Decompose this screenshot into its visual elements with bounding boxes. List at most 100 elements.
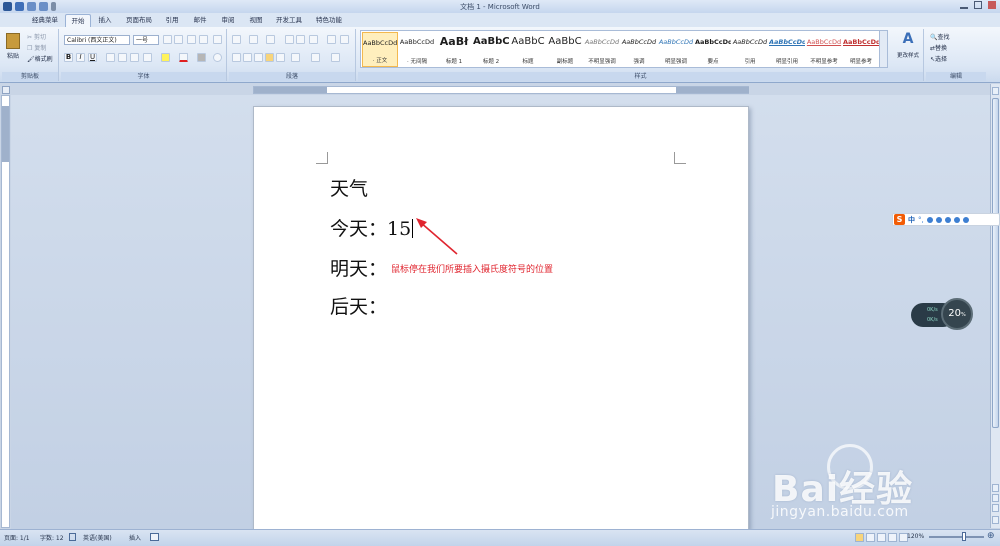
horizontal-ruler[interactable]: [253, 86, 749, 94]
scroll-up-icon[interactable]: [992, 87, 999, 95]
doc-line-weather[interactable]: 天气: [330, 174, 368, 201]
skin-icon[interactable]: [953, 216, 960, 223]
style-item[interactable]: AaBbCcDd 强调: [621, 32, 657, 67]
ime-toolbar[interactable]: S 中 °,: [892, 213, 1000, 226]
zoom-level[interactable]: 120%: [907, 533, 924, 540]
status-insert-mode[interactable]: 插入: [129, 533, 141, 542]
tab-view[interactable]: 视图: [246, 14, 266, 27]
doc-line-tomorrow[interactable]: 明天：: [330, 254, 387, 281]
shrink-font-button[interactable]: [174, 35, 183, 44]
zoom-slider[interactable]: [929, 536, 984, 538]
macro-record-icon[interactable]: [150, 533, 159, 541]
style-item[interactable]: AaBbCcDd 要点: [695, 32, 731, 67]
char-shading-button[interactable]: [197, 53, 206, 62]
change-case-button[interactable]: [143, 53, 152, 62]
view-outline-button[interactable]: [888, 533, 897, 542]
font-size-combo[interactable]: 一号: [133, 35, 159, 45]
spellcheck-icon[interactable]: [69, 533, 76, 541]
view-full-screen-button[interactable]: [866, 533, 875, 542]
distributed-button[interactable]: [276, 53, 285, 62]
style-item[interactable]: AaBbCcDd 不明显强调: [584, 32, 620, 67]
status-words[interactable]: 字数: 12: [40, 533, 64, 542]
prev-page-icon[interactable]: [992, 484, 999, 492]
tab-developer[interactable]: 开发工具: [273, 14, 305, 27]
tab-references[interactable]: 引用: [162, 14, 182, 27]
view-web-layout-button[interactable]: [877, 533, 886, 542]
find-button[interactable]: 🔍查找: [929, 31, 974, 41]
voice-icon[interactable]: [935, 216, 942, 223]
justify-button[interactable]: [265, 53, 274, 62]
gallery-scroll-up-icon[interactable]: [879, 31, 887, 43]
status-page[interactable]: 页面: 1/1: [4, 533, 30, 542]
zoom-slider-knob[interactable]: [962, 532, 966, 541]
italic-button[interactable]: I: [76, 53, 85, 62]
align-left-button[interactable]: [232, 53, 241, 62]
change-styles-button[interactable]: A 更改样式: [893, 30, 923, 66]
tab-page-layout[interactable]: 页面布局: [122, 14, 156, 27]
show-marks-button[interactable]: [340, 35, 349, 44]
bold-button[interactable]: B: [64, 53, 73, 62]
toolbox-icon[interactable]: [962, 216, 969, 223]
style-item[interactable]: AaBbCcDd 引用: [732, 32, 768, 67]
select-button[interactable]: ↖选择: [929, 53, 974, 63]
format-painter-button[interactable]: 🖌格式刷: [26, 53, 58, 63]
copy-button[interactable]: ❐ 复制: [26, 42, 56, 52]
underline-button[interactable]: U: [88, 53, 97, 62]
grow-font-button[interactable]: [163, 35, 172, 44]
vertical-ruler[interactable]: [1, 95, 10, 528]
gallery-scroll-down-icon[interactable]: [879, 43, 887, 55]
font-color-button[interactable]: [179, 53, 188, 62]
memory-usage-gauge[interactable]: 20%: [941, 298, 973, 330]
minimize-icon[interactable]: [960, 1, 968, 9]
char-border-button[interactable]: [199, 35, 208, 44]
scroll-thumb[interactable]: [992, 98, 999, 428]
select-browse-object-icon[interactable]: [992, 494, 999, 502]
clear-format-button[interactable]: [213, 35, 222, 44]
decrease-indent-button[interactable]: [285, 35, 294, 44]
style-item[interactable]: AaBbC 副标题: [547, 32, 583, 67]
scroll-down-icon[interactable]: [992, 516, 999, 524]
line-spacing-button[interactable]: [291, 53, 300, 62]
cut-button[interactable]: ✂ 剪切: [26, 31, 56, 41]
subscript-button[interactable]: [118, 53, 127, 62]
doc-line-day-after[interactable]: 后天：: [330, 292, 387, 319]
pinyin-guide-button[interactable]: [187, 35, 196, 44]
next-page-icon[interactable]: [992, 504, 999, 512]
chinese-layout-button[interactable]: [309, 35, 318, 44]
strikethrough-button[interactable]: [106, 53, 115, 62]
enclose-char-button[interactable]: [213, 53, 222, 62]
highlight-button[interactable]: [161, 53, 170, 62]
style-item[interactable]: AaBbCcDd · 无间隔: [399, 32, 435, 67]
style-item[interactable]: AaBbCcDd 明显引用: [769, 32, 805, 67]
align-right-button[interactable]: [254, 53, 263, 62]
emoji-icon[interactable]: [926, 216, 933, 223]
style-item[interactable]: AaBbC 标题 2: [473, 32, 509, 67]
vertical-scrollbar[interactable]: [990, 84, 1000, 528]
sogou-logo-icon[interactable]: S: [894, 214, 905, 225]
style-item[interactable]: AaBbC 标题: [510, 32, 546, 67]
punctuation-icon[interactable]: °,: [918, 216, 924, 224]
keyboard-icon[interactable]: [944, 216, 951, 223]
close-icon[interactable]: [988, 1, 996, 9]
increase-indent-button[interactable]: [296, 35, 305, 44]
superscript-button[interactable]: [130, 53, 139, 62]
tab-special-features[interactable]: 特色功能: [312, 14, 346, 27]
doc-line-today[interactable]: 今天：15: [330, 214, 414, 241]
ime-language-indicator[interactable]: 中: [908, 215, 915, 225]
replace-button[interactable]: ⇄替换: [929, 42, 974, 52]
numbering-button[interactable]: [249, 35, 258, 44]
tab-insert[interactable]: 插入: [95, 14, 115, 27]
maximize-icon[interactable]: [974, 1, 982, 9]
style-item[interactable]: AaBbCcDd · 正文: [362, 32, 398, 67]
gallery-more-icon[interactable]: [879, 55, 887, 67]
tab-classic-menu[interactable]: 经典菜单: [28, 14, 62, 27]
tab-review[interactable]: 审阅: [218, 14, 238, 27]
multilevel-list-button[interactable]: [266, 35, 275, 44]
paste-button[interactable]: 粘贴: [4, 31, 22, 63]
document-page[interactable]: [253, 106, 749, 530]
tab-home[interactable]: 开始: [65, 14, 91, 27]
sort-button[interactable]: [327, 35, 336, 44]
view-print-layout-button[interactable]: [855, 533, 864, 542]
style-item[interactable]: AaBł 标题 1: [436, 32, 472, 67]
zoom-in-icon[interactable]: ⊕: [987, 531, 995, 541]
